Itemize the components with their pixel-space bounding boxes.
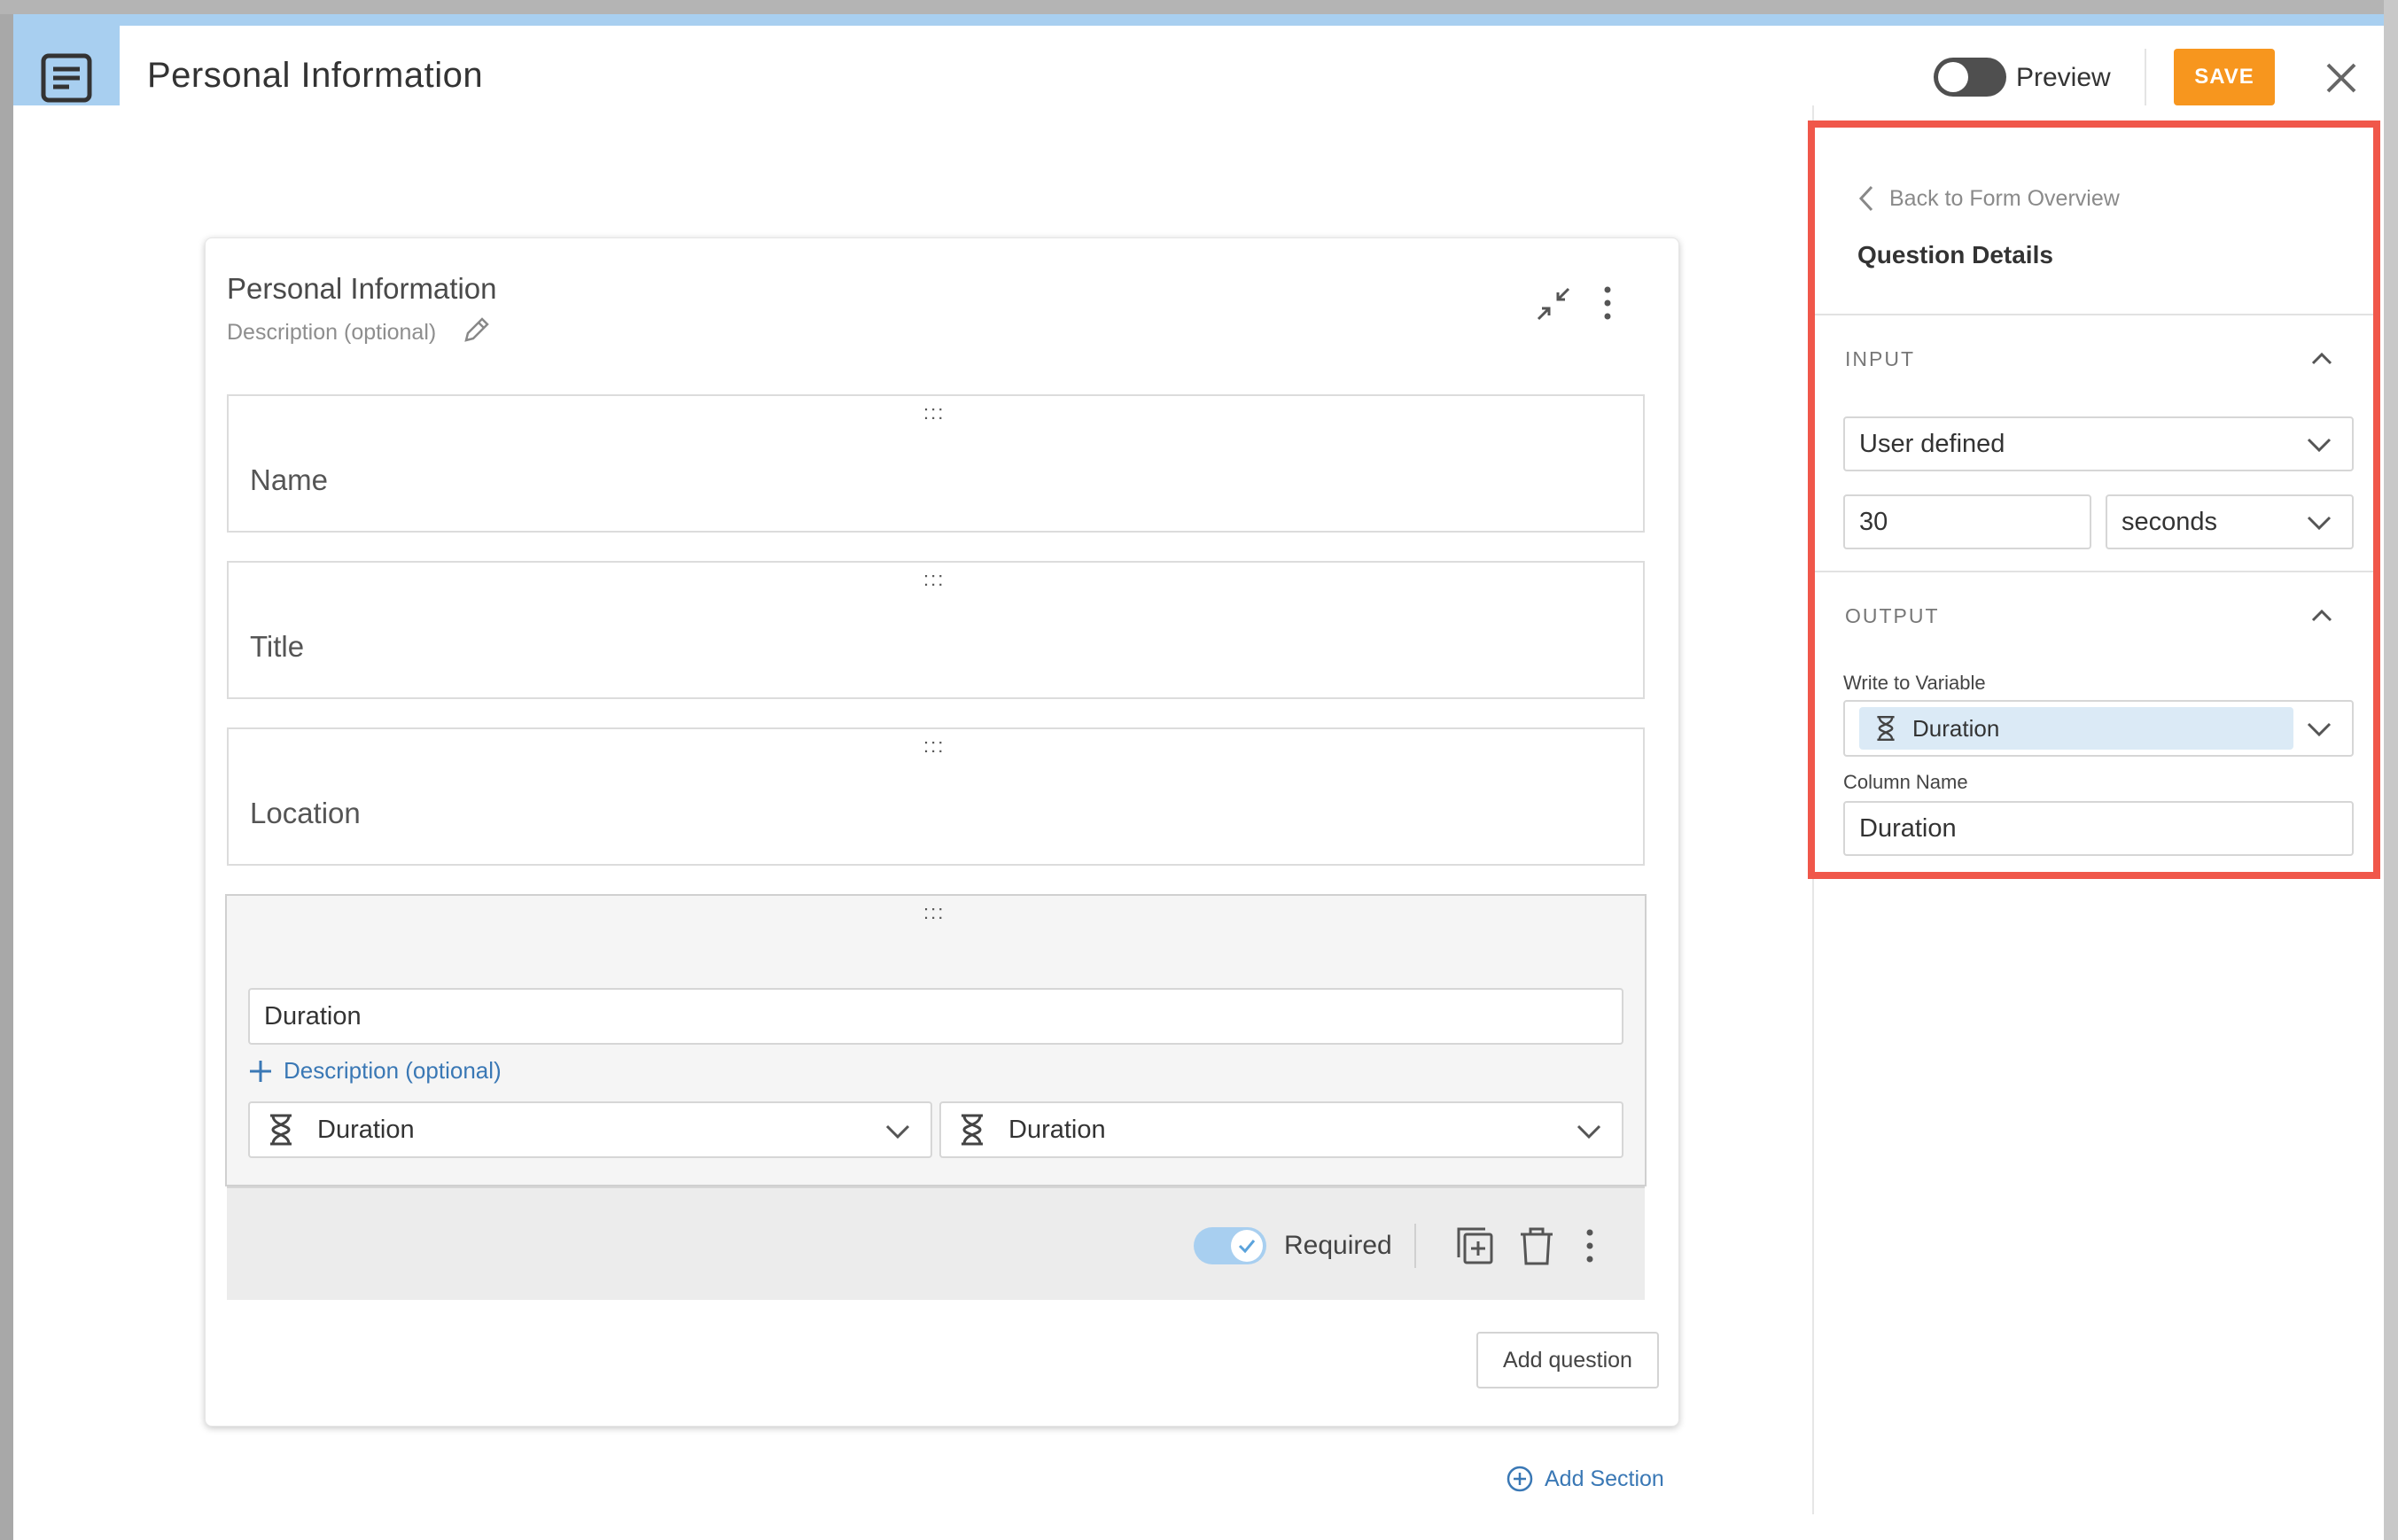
column-name-label: Column Name <box>1843 771 1968 793</box>
chevron-up-icon[interactable] <box>2309 349 2334 367</box>
plus-circle-icon <box>1507 1466 1533 1492</box>
toggle-knob <box>1231 1230 1263 1262</box>
question-location[interactable]: ::: Location <box>227 727 1645 866</box>
question-duration-active: ::: Duration Description (optional) Dura… <box>225 894 1647 1300</box>
question-footer-bar: Required <box>227 1186 1645 1300</box>
duration-unit-select[interactable]: seconds <box>2106 494 2354 549</box>
input-section-label: INPUT <box>1845 347 1915 370</box>
write-to-variable-label: Write to Variable <box>1843 672 1986 694</box>
hourglass-icon <box>270 1114 292 1146</box>
chevron-up-icon[interactable] <box>2309 606 2334 624</box>
add-section-link[interactable]: Add Section <box>1506 1465 1664 1493</box>
input-mode-select[interactable]: User defined <box>1843 416 2354 471</box>
chevron-down-icon <box>2307 438 2332 453</box>
hourglass-icon <box>1877 716 1895 741</box>
add-question-button[interactable]: Add question <box>1476 1332 1659 1388</box>
chevron-left-icon <box>1858 185 1873 212</box>
back-link-label: Back to Form Overview <box>1889 185 2120 211</box>
form-canvas: Personal Information Description (option… <box>13 105 1812 1514</box>
hourglass-icon <box>962 1114 983 1146</box>
add-section-label: Add Section <box>1545 1466 1664 1491</box>
question-type-value: Duration <box>317 1115 415 1144</box>
section-title[interactable]: Personal Information <box>227 272 497 306</box>
background-strip <box>0 0 2398 14</box>
background-right-edge <box>2384 0 2398 1540</box>
preview-toggle[interactable] <box>1934 58 2006 97</box>
question-label: Name <box>250 463 329 496</box>
drag-handle-icon[interactable]: ::: <box>923 403 945 423</box>
question-label: Location <box>250 797 361 829</box>
chevron-down-icon <box>1577 1124 1601 1139</box>
question-label: Title <box>250 630 305 663</box>
output-section-label: OUTPUT <box>1845 604 1940 627</box>
close-icon[interactable] <box>2317 54 2365 102</box>
duration-value: 30 <box>1859 507 1888 536</box>
add-description-link[interactable]: Description (optional) <box>248 1057 502 1085</box>
variable-chip-label: Duration <box>1912 714 2000 742</box>
question-type-select[interactable]: Duration <box>248 1101 932 1158</box>
chevron-down-icon <box>2307 722 2332 737</box>
section-card: Personal Information Description (option… <box>205 237 1679 1427</box>
variable-select[interactable]: Duration <box>939 1101 1623 1158</box>
section-description[interactable]: Description (optional) <box>227 320 436 346</box>
duration-value-input[interactable]: 30 <box>1843 494 2091 549</box>
document-icon <box>41 53 92 102</box>
footer-divider <box>1414 1224 1416 1268</box>
question-more-options-icon[interactable] <box>1579 1225 1600 1266</box>
duplicate-icon[interactable] <box>1455 1225 1494 1266</box>
duration-unit-value: seconds <box>2122 507 2218 536</box>
chevron-down-icon <box>885 1124 910 1139</box>
required-label: Required <box>1284 1231 1392 1260</box>
panel-separator <box>1815 314 2375 315</box>
question-name[interactable]: ::: Name <box>227 394 1645 533</box>
save-button[interactable]: SAVE <box>2174 49 2275 105</box>
question-title[interactable]: ::: Title <box>227 561 1645 699</box>
pencil-icon[interactable] <box>461 314 493 346</box>
preview-label: Preview <box>2016 63 2111 92</box>
variable-select-value: Duration <box>1008 1115 1106 1144</box>
back-to-overview-link[interactable]: Back to Form Overview <box>1857 184 2120 213</box>
drag-handle-icon[interactable]: ::: <box>923 736 945 756</box>
header-divider <box>2145 49 2146 105</box>
trash-icon[interactable] <box>1517 1225 1556 1266</box>
checkmark-icon <box>1238 1240 1256 1254</box>
add-description-label: Description (optional) <box>284 1057 502 1084</box>
panel-title: Question Details <box>1857 241 2053 268</box>
more-options-icon[interactable] <box>1597 283 1618 323</box>
drag-handle-icon[interactable]: ::: <box>923 903 945 922</box>
plus-icon <box>250 1060 271 1082</box>
variable-chip[interactable]: Duration <box>1859 707 2293 750</box>
chevron-down-icon <box>2307 516 2332 531</box>
column-name-input[interactable]: Duration <box>1843 801 2354 856</box>
input-mode-value: User defined <box>1859 429 2005 458</box>
panel-separator <box>1815 571 2375 572</box>
required-toggle[interactable] <box>1194 1227 1266 1264</box>
question-title-input[interactable]: Duration <box>248 988 1623 1045</box>
question-title-value: Duration <box>264 1001 362 1031</box>
drag-handle-icon[interactable]: ::: <box>923 570 945 589</box>
column-name-value: Duration <box>1859 813 1957 843</box>
collapse-icon[interactable] <box>1535 285 1572 323</box>
page-title: Personal Information <box>147 56 484 95</box>
